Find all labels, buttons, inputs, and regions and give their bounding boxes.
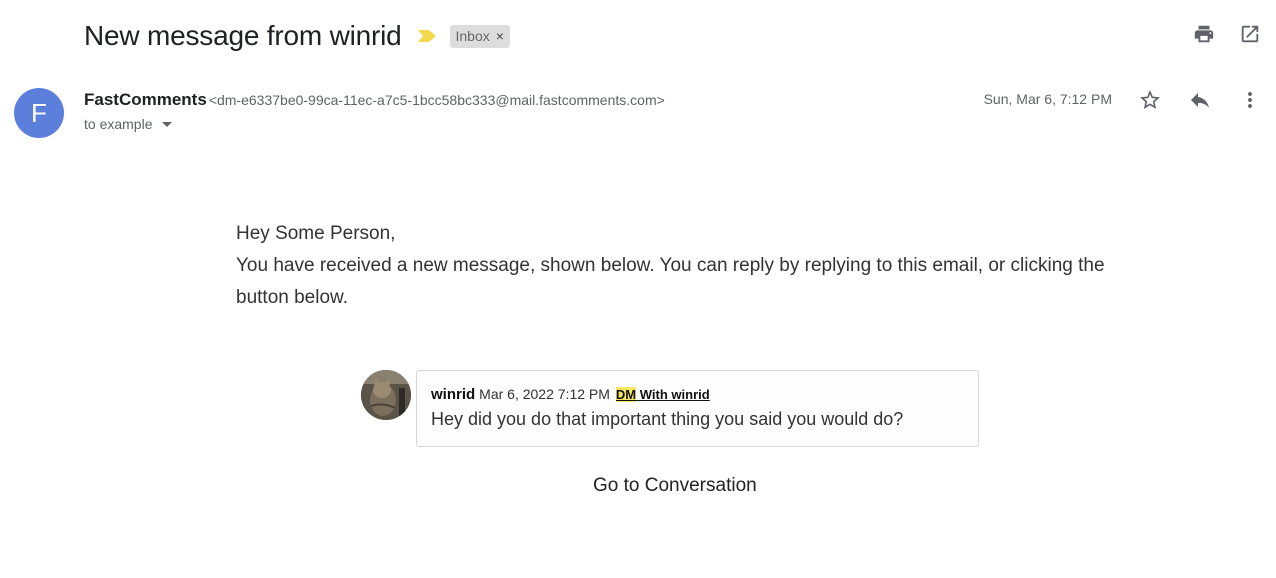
sender-line: FastComments <dm-e6337be0-99ca-11ec-a7c5-… xyxy=(84,90,665,110)
inbox-label-text: Inbox xyxy=(455,27,490,44)
inbox-label-chip: Inbox × xyxy=(449,24,510,48)
chevron-down-icon[interactable] xyxy=(162,121,173,127)
sender-email: <dm-e6337be0-99ca-11ec-a7c5-1bcc58bc333@… xyxy=(208,92,665,108)
go-to-conversation-link[interactable]: Go to Conversation xyxy=(593,475,757,497)
top-actions xyxy=(1192,22,1262,46)
email-date: Sun, Mar 6, 7:12 PM xyxy=(983,91,1112,107)
recipient-details-toggle[interactable]: to example xyxy=(84,116,173,132)
comment-date: Mar 6, 2022 7:12 PM xyxy=(479,386,610,402)
greeting-text: Hey Some Person, xyxy=(236,223,396,244)
dm-link[interactable]: DM With winrid xyxy=(615,387,710,402)
open-in-new-window-icon[interactable] xyxy=(1238,22,1262,46)
email-body: Hey Some Person, You have received a new… xyxy=(236,218,1136,314)
message-actions xyxy=(1138,88,1262,112)
recipient-label: to example xyxy=(84,116,153,132)
star-icon[interactable] xyxy=(1138,88,1162,112)
print-icon[interactable] xyxy=(1192,22,1216,46)
comment-box: winrid Mar 6, 2022 7:12 PM DM With winri… xyxy=(416,370,979,447)
remove-label-button[interactable]: × xyxy=(496,28,504,44)
comment-text: Hey did you do that important thing you … xyxy=(431,409,904,429)
more-vert-icon[interactable] xyxy=(1238,88,1262,112)
intro-text: You have received a new message, shown b… xyxy=(236,255,1105,308)
dm-link-text: With winrid xyxy=(636,387,710,402)
commenter-avatar xyxy=(361,370,411,420)
sender-avatar[interactable]: F xyxy=(14,88,64,138)
dm-highlight: DM xyxy=(615,387,637,402)
importance-marker-icon[interactable] xyxy=(416,28,438,44)
email-view: New message from winrid Inbox × F FastCo… xyxy=(0,0,1276,578)
comment-meta: winrid Mar 6, 2022 7:12 PM DM With winri… xyxy=(431,386,964,403)
reply-icon[interactable] xyxy=(1188,88,1212,112)
subject-row: New message from winrid Inbox × xyxy=(84,16,510,56)
sender-name[interactable]: FastComments xyxy=(84,90,207,109)
email-subject: New message from winrid xyxy=(84,20,402,51)
comment-username: winrid xyxy=(431,386,476,403)
